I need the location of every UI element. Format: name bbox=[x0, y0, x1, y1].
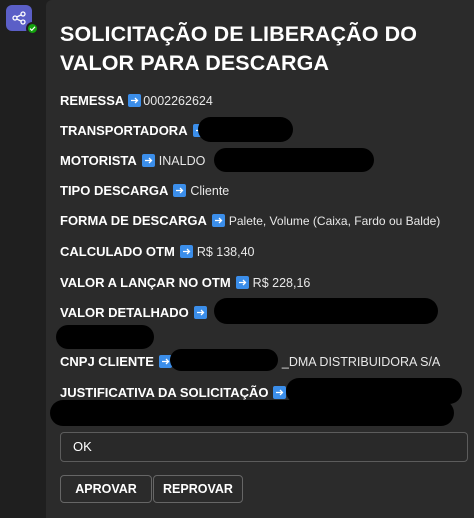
arrow-right-icon bbox=[273, 386, 287, 399]
field-remessa: REMESSA 0002262624 bbox=[60, 93, 213, 108]
field-label: TIPO DESCARGA bbox=[60, 183, 169, 198]
arrow-right-icon bbox=[179, 245, 193, 258]
field-tipo-descarga: TIPO DESCARGA Cliente bbox=[60, 183, 229, 198]
field-label: TRANSPORTADORA bbox=[60, 123, 188, 138]
arrow-right-icon bbox=[211, 214, 225, 227]
arrow-right-icon bbox=[193, 306, 207, 319]
share-nodes-icon bbox=[12, 11, 26, 25]
available-status-icon bbox=[26, 22, 39, 35]
field-value: 0002262624 bbox=[143, 93, 213, 108]
arrow-right-icon bbox=[128, 94, 142, 107]
field-value: R$ 228,16 bbox=[252, 275, 311, 290]
field-transportadora: TRANSPORTADORA bbox=[60, 123, 210, 138]
field-label: FORMA DE DESCARGA bbox=[60, 213, 207, 228]
adaptive-card: SOLICITAÇÃO DE LIBERAÇÃO DO VALOR PARA D… bbox=[46, 0, 474, 518]
field-label: VALOR A LANÇAR NO OTM bbox=[60, 275, 231, 290]
field-label: MOTORISTA bbox=[60, 153, 137, 168]
response-input[interactable]: OK bbox=[60, 432, 468, 462]
field-label: VALOR DETALHADO bbox=[60, 305, 189, 320]
field-calculado-otm: CALCULADO OTM R$ 138,40 bbox=[60, 244, 255, 259]
field-forma-descarga: FORMA DE DESCARGA Palete, Volume (Caixa,… bbox=[60, 213, 440, 228]
redaction bbox=[214, 148, 374, 172]
field-label: JUSTIFICATIVA DA SOLICITAÇÃO bbox=[60, 385, 269, 400]
field-valor-detalhado: VALOR DETALHADO bbox=[60, 305, 211, 320]
field-label: CNPJ CLIENTE bbox=[60, 354, 154, 369]
card-title: SOLICITAÇÃO DE LIBERAÇÃO DO VALOR PARA D… bbox=[60, 22, 418, 75]
redaction bbox=[214, 298, 438, 324]
field-value: INALDO bbox=[158, 153, 206, 168]
chat-gutter bbox=[0, 0, 46, 518]
field-value: Palete, Volume (Caixa, Fardo ou Balde) bbox=[228, 213, 441, 228]
arrow-right-icon bbox=[173, 184, 187, 197]
field-label: REMESSA bbox=[60, 93, 125, 108]
field-value: R$ 138,40 bbox=[196, 244, 255, 259]
approve-button[interactable]: APROVAR bbox=[60, 475, 152, 503]
redaction bbox=[50, 400, 454, 426]
field-label: CALCULADO OTM bbox=[60, 244, 175, 259]
redaction bbox=[56, 325, 154, 349]
field-motorista: MOTORISTA INALDO bbox=[60, 153, 205, 168]
arrow-right-icon bbox=[235, 276, 249, 289]
field-value: _DMA DISTRIBUIDORA S/A bbox=[281, 354, 441, 369]
arrow-right-icon bbox=[141, 154, 155, 167]
field-justificativa: JUSTIFICATIVA DA SOLICITAÇÃO bbox=[60, 385, 290, 400]
redaction bbox=[170, 349, 278, 371]
redaction bbox=[198, 117, 293, 142]
reject-button[interactable]: REPROVAR bbox=[153, 475, 243, 503]
field-valor-lancar: VALOR A LANÇAR NO OTM R$ 228,16 bbox=[60, 275, 310, 290]
field-value: Cliente bbox=[190, 183, 230, 198]
